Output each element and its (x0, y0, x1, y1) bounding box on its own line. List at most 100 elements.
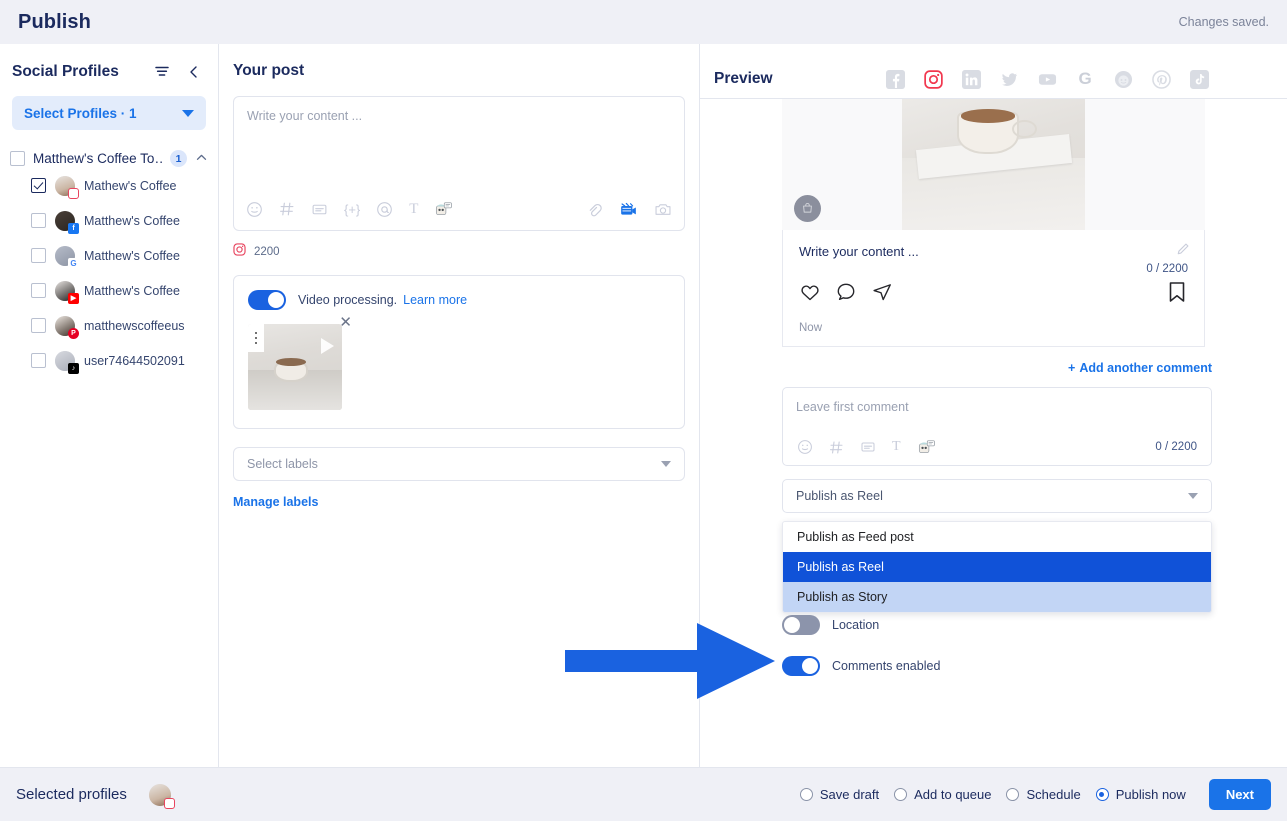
profile-row-google[interactable]: G Matthew's Coffee (0, 239, 218, 272)
pinterest-badge-icon: P (68, 327, 79, 339)
radio-button[interactable] (1095, 788, 1109, 801)
text-format-icon[interactable]: T (892, 439, 901, 455)
bookmark-icon[interactable] (1166, 280, 1188, 309)
google-badge-icon: G (68, 257, 79, 269)
instagram-icon (233, 243, 246, 261)
share-icon[interactable] (871, 281, 893, 308)
radio-button[interactable] (1006, 788, 1020, 801)
hashtag-icon[interactable] (279, 201, 295, 217)
video-processing-row: Video processing. Learn more (248, 290, 670, 310)
profile-name: matthewscoffeeus (84, 318, 185, 333)
tab-twitter[interactable] (999, 69, 1020, 90)
profile-row-youtube[interactable]: ▶ Matthew's Coffee (0, 274, 218, 307)
profile-row-facebook[interactable]: f Matthew's Coffee (0, 204, 218, 237)
profile-group-row[interactable]: Matthew's Coffee To… 1 (0, 150, 218, 167)
tab-instagram[interactable] (922, 69, 944, 107)
radio-button[interactable] (799, 788, 813, 801)
link-icon[interactable] (586, 201, 603, 218)
ai-assistant-icon[interactable] (434, 201, 453, 218)
saved-reply-icon[interactable] (311, 201, 328, 218)
first-comment-box[interactable]: Leave first comment T 0 / 2200 (782, 387, 1212, 466)
hashtag-icon[interactable] (829, 440, 844, 455)
video-thumbnail[interactable] (248, 324, 342, 410)
first-comment-placeholder: Leave first comment (796, 400, 909, 414)
location-label: Location (832, 618, 880, 632)
tab-facebook[interactable] (885, 69, 906, 90)
profile-name: Matthew's Coffee (84, 283, 180, 298)
avatar: ▶ (55, 280, 79, 304)
manage-labels-link[interactable]: Manage labels (233, 495, 699, 509)
comment-char-counter: 0 / 2200 (1155, 441, 1197, 453)
video-icon[interactable] (619, 200, 638, 218)
preview-panel: Preview G Write your content ... 0 / 220… (700, 44, 1287, 767)
radio-button[interactable] (894, 788, 908, 801)
shopping-bag-icon[interactable] (794, 195, 821, 222)
dropdown-option-reel[interactable]: Publish as Reel (783, 552, 1211, 582)
pencil-icon[interactable] (1176, 242, 1190, 261)
camera-icon[interactable] (654, 201, 672, 218)
preview-header: Preview G (700, 44, 1287, 107)
radio-schedule[interactable]: Schedule (1006, 787, 1081, 802)
char-limit-value: 2200 (254, 246, 280, 258)
radio-save-draft[interactable]: Save draft (799, 787, 880, 802)
ai-assistant-icon[interactable] (917, 439, 936, 456)
emoji-icon[interactable] (797, 439, 813, 455)
learn-more-link[interactable]: Learn more (403, 293, 467, 307)
radio-add-to-queue[interactable]: Add to queue (894, 787, 991, 802)
group-count-badge: 1 (170, 150, 187, 167)
profile-checkbox[interactable] (31, 213, 46, 228)
select-labels-dropdown[interactable]: Select labels (233, 447, 685, 481)
tiktok-badge-icon: ♪ (68, 362, 79, 374)
comments-toggle[interactable] (782, 656, 820, 676)
preview-caption-box: Write your content ... 0 / 2200 Now (782, 230, 1205, 347)
publish-type-value: Publish as Reel (796, 489, 883, 503)
selected-profile-avatar (148, 783, 175, 809)
chevron-left-icon[interactable] (184, 62, 204, 82)
filter-icon[interactable] (152, 62, 172, 82)
profile-checkbox[interactable] (31, 248, 46, 263)
profile-row-tiktok[interactable]: ♪ user74644502091 (0, 344, 218, 377)
location-toggle[interactable] (782, 615, 820, 635)
mention-icon[interactable] (376, 201, 393, 218)
tab-reddit[interactable] (1113, 69, 1134, 90)
dropdown-option-story[interactable]: Publish as Story (783, 582, 1211, 612)
close-icon[interactable]: ✕ (339, 315, 352, 330)
publish-type-select[interactable]: Publish as Reel (782, 479, 1212, 513)
tab-youtube[interactable] (1037, 69, 1058, 90)
radio-publish-now[interactable]: Publish now (1095, 787, 1186, 802)
variable-icon[interactable]: {+} (344, 202, 360, 217)
emoji-icon[interactable] (246, 201, 263, 218)
next-button[interactable]: Next (1208, 779, 1271, 810)
tab-tiktok[interactable] (1189, 69, 1210, 90)
tab-linkedin[interactable] (961, 69, 982, 90)
chevron-up-icon[interactable] (195, 151, 208, 167)
heart-icon[interactable] (799, 281, 821, 308)
radio-label: Save draft (819, 787, 880, 802)
profile-checkbox[interactable] (31, 353, 46, 368)
text-format-icon[interactable]: T (409, 201, 418, 218)
publish-type-dropdown: Publish as Feed post Publish as Reel Pub… (782, 521, 1212, 613)
dropdown-option-feed-post[interactable]: Publish as Feed post (783, 522, 1211, 552)
add-another-comment-button[interactable]: + Add another comment (700, 361, 1212, 375)
video-processing-toggle[interactable] (248, 290, 286, 310)
saved-reply-icon[interactable] (860, 439, 876, 455)
instagram-badge-icon (68, 187, 79, 199)
profile-checkbox[interactable] (31, 283, 46, 298)
your-post-panel: Your post Write your content ... {+} T 2… (219, 44, 700, 767)
profile-row-instagram[interactable]: Mathew's Coffee (0, 169, 218, 202)
preview-title: Preview (714, 70, 773, 87)
profile-checkbox[interactable] (31, 178, 46, 193)
video-thumbnail-wrapper: ✕ (248, 315, 352, 410)
more-vertical-icon[interactable] (248, 324, 264, 352)
group-checkbox[interactable] (10, 151, 25, 166)
post-content-editor[interactable]: Write your content ... {+} T (233, 96, 685, 231)
plus-icon: + (1068, 361, 1076, 375)
select-profiles-dropdown[interactable]: Select Profiles · 1 (12, 96, 206, 130)
profile-row-pinterest[interactable]: P matthewscoffeeus (0, 309, 218, 342)
footer-bar: Selected profiles Save draft Add to queu… (0, 767, 1287, 821)
comments-label: Comments enabled (832, 659, 941, 673)
profile-checkbox[interactable] (31, 318, 46, 333)
comment-icon[interactable] (835, 281, 857, 308)
tab-pinterest[interactable] (1151, 69, 1172, 90)
tab-google[interactable]: G (1075, 69, 1096, 90)
